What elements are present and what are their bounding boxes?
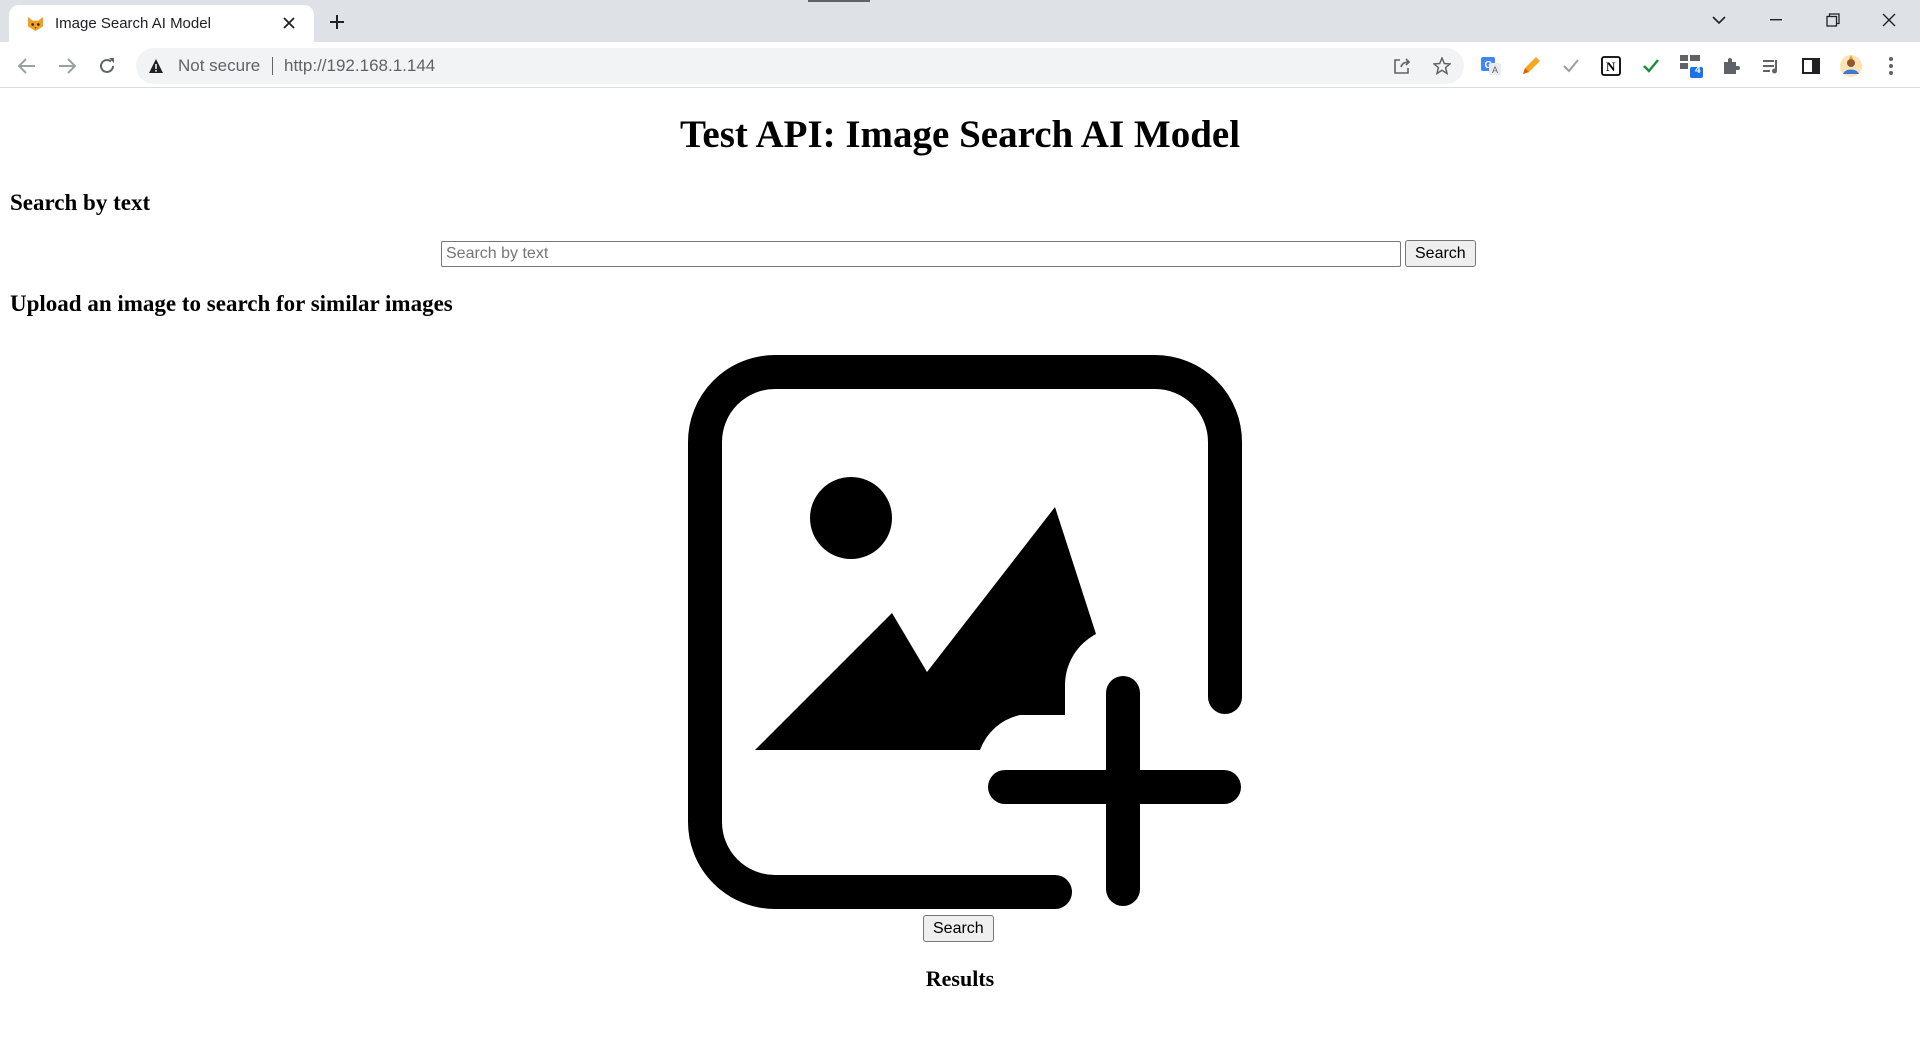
svg-text:N: N: [1606, 59, 1616, 74]
tab-title: Image Search AI Model: [55, 15, 211, 32]
warning-triangle-icon: [149, 59, 163, 73]
forward-arrow-icon[interactable]: [53, 52, 81, 80]
puzzle-extensions-icon[interactable]: [1718, 53, 1744, 79]
image-upload-area[interactable]: [672, 337, 1248, 913]
svg-text:A: A: [1492, 65, 1498, 75]
profile-avatar-icon[interactable]: [1838, 53, 1864, 79]
cat-favicon-icon: [27, 16, 44, 32]
pencil-extension-icon[interactable]: [1518, 53, 1544, 79]
tab-scroll-indicator: [808, 0, 870, 2]
media-playlist-icon[interactable]: [1758, 53, 1784, 79]
results-heading: Results: [925, 966, 995, 991]
share-icon[interactable]: [1390, 54, 1414, 78]
notion-extension-icon[interactable]: N: [1598, 53, 1624, 79]
close-window-icon[interactable]: [1866, 6, 1912, 34]
chrome-menu-icon[interactable]: [1878, 53, 1904, 79]
restore-icon[interactable]: [1810, 6, 1856, 34]
check-green-extension-icon[interactable]: [1638, 53, 1664, 79]
browser-tabstrip: Image Search AI Model: [0, 0, 1920, 42]
browser-tab[interactable]: Image Search AI Model: [9, 5, 314, 42]
image-search-button[interactable]: Search: [923, 915, 994, 942]
text-search-heading: Search by text: [10, 190, 151, 215]
tab-search-chevron-icon[interactable]: [1696, 6, 1742, 34]
reload-icon[interactable]: [93, 52, 121, 80]
extension-badge-count: 4: [1695, 65, 1701, 76]
not-secure-label[interactable]: Not secure: [178, 56, 260, 76]
new-tab-plus-icon[interactable]: [325, 10, 349, 34]
image-upload-heading: Upload an image to search for similar im…: [10, 291, 453, 316]
tab-close-icon[interactable]: [279, 13, 299, 33]
side-panel-icon[interactable]: [1798, 53, 1824, 79]
minimize-icon[interactable]: [1753, 6, 1799, 34]
url-text[interactable]: http://192.168.1.144: [284, 56, 435, 76]
check-grey-extension-icon[interactable]: [1558, 53, 1584, 79]
page-title: Test API: Image Search AI Model: [679, 113, 1241, 156]
text-search-input[interactable]: [441, 241, 1401, 267]
address-bar[interactable]: Not secure http://192.168.1.144: [136, 48, 1464, 84]
translate-extension-icon[interactable]: GA: [1478, 53, 1504, 79]
bookmark-star-icon[interactable]: [1430, 54, 1454, 78]
back-arrow-icon[interactable]: [13, 52, 41, 80]
browser-toolbar: Not secure http://192.168.1.144 GA N 4: [0, 42, 1920, 88]
add-image-icon: [688, 355, 1242, 909]
tree-badge-extension-icon[interactable]: 4: [1678, 53, 1704, 79]
text-search-button[interactable]: Search: [1405, 240, 1476, 267]
omnibox-divider: [272, 57, 273, 75]
